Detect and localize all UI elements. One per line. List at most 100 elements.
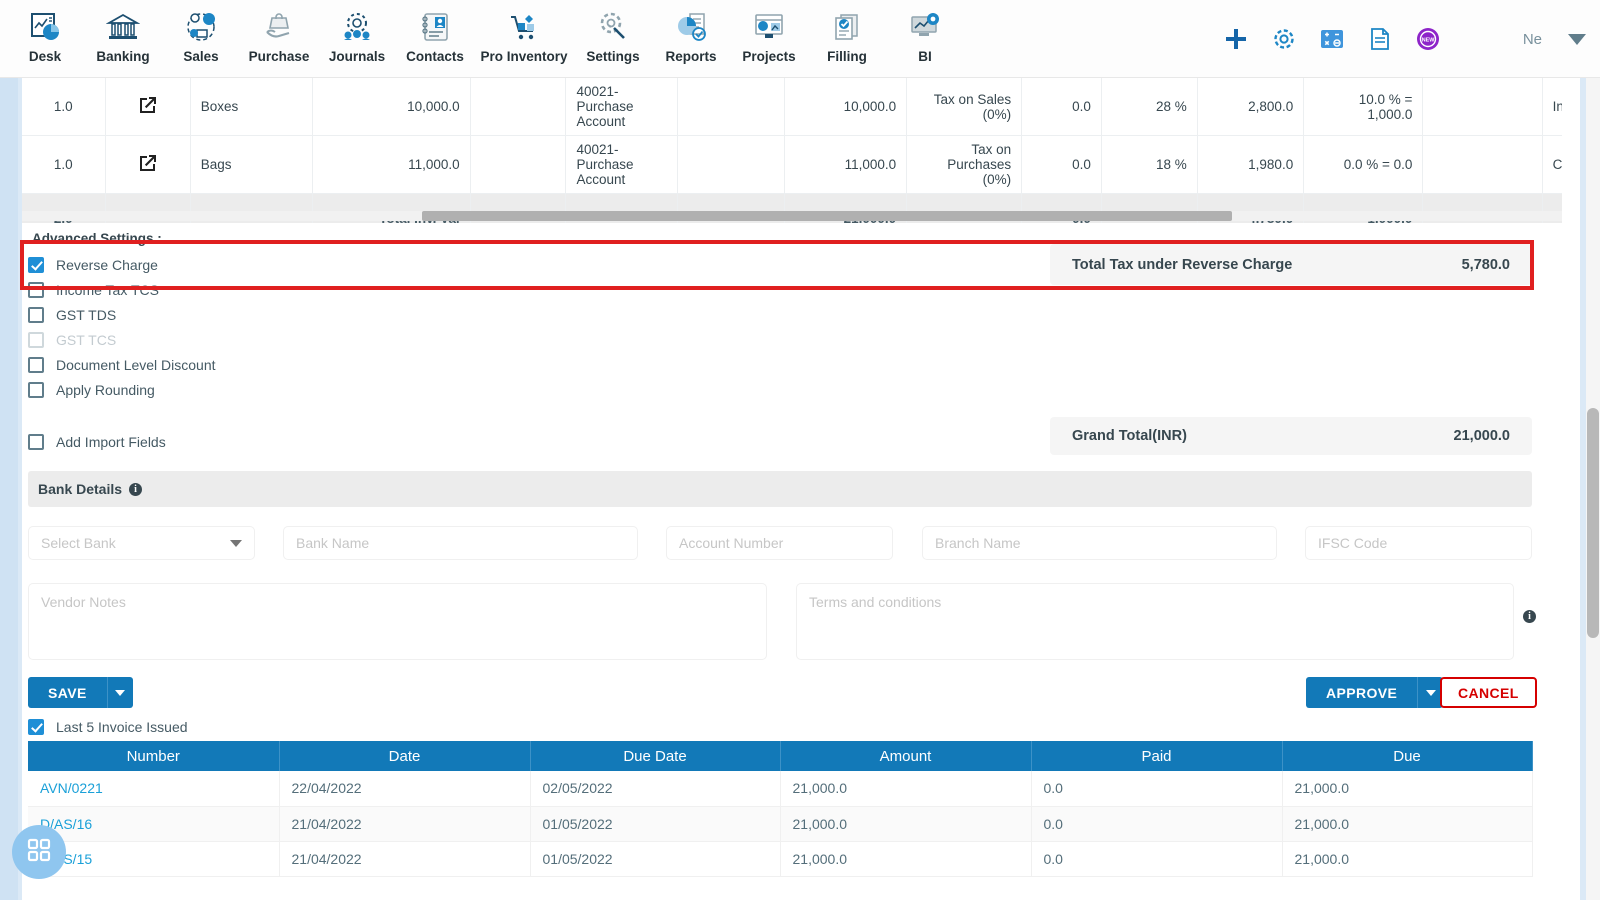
chevron-down-icon[interactable]	[1568, 33, 1586, 45]
cell-blank	[1422, 78, 1543, 136]
cell-taxable: 11,000.0	[784, 135, 908, 194]
invoice-due-date: 01/05/2022	[530, 806, 781, 842]
nav-item-label: Settings	[586, 49, 640, 64]
gst-tds-checkbox[interactable]	[28, 306, 44, 323]
table-row[interactable]: 1.0 Bags 11,000.0 40021-Purchase Account	[22, 135, 1562, 194]
table-row[interactable]: D/AS/16 21/04/2022 01/05/2022 21,000.0 0…	[28, 806, 1533, 842]
invoice-due-date: 01/05/2022	[530, 841, 781, 877]
grid-horizontal-scrollbar[interactable]	[22, 211, 1562, 221]
column-header-amount[interactable]: Amount	[780, 741, 1032, 771]
external-link-icon[interactable]	[138, 153, 158, 176]
cell-taxable: 10,000.0	[784, 78, 908, 136]
table-row[interactable]: AVN/0221 22/04/2022 02/05/2022 21,000.0 …	[28, 771, 1533, 807]
cell-tax-name: Tax on Sales (0%)	[906, 78, 1023, 136]
invoice-paid: 0.0	[1031, 771, 1283, 807]
option-document-level-discount[interactable]: Document Level Discount	[28, 352, 216, 377]
invoice-number-link[interactable]: D/AS/15	[28, 841, 280, 877]
nav-item-filling[interactable]: Filling	[808, 0, 886, 64]
option-label: GST TDS	[56, 306, 117, 323]
approve-button-group: APPROVE	[1306, 677, 1444, 708]
invoice-number-link[interactable]: AVN/0221	[28, 771, 280, 807]
select-bank-dropdown[interactable]: Select Bank	[28, 526, 255, 560]
page-vertical-scrollbar[interactable]	[1586, 78, 1600, 900]
approve-button[interactable]: APPROVE	[1306, 677, 1418, 708]
ifsc-code-input[interactable]: IFSC Code	[1305, 526, 1532, 560]
column-header-due-date[interactable]: Due Date	[530, 741, 781, 771]
info-icon[interactable]: i	[1523, 610, 1536, 623]
nav-item-label: Reports	[665, 49, 717, 64]
document-level-discount-checkbox[interactable]	[28, 356, 44, 373]
top-navigation-bar: Desk Banking Sales Purchase Journals Con…	[0, 0, 1600, 78]
nav-item-settings[interactable]: Settings	[574, 0, 652, 64]
apply-rounding-checkbox[interactable]	[28, 381, 44, 398]
dashboard-icon	[28, 6, 62, 48]
plus-icon[interactable]	[1223, 26, 1249, 52]
chevron-down-icon[interactable]	[230, 539, 242, 547]
branch-name-input[interactable]: Branch Name	[922, 526, 1277, 560]
save-button[interactable]: SAVE	[28, 677, 107, 708]
nav-item-desk[interactable]: Desk	[6, 0, 84, 64]
save-dropdown-button[interactable]	[106, 677, 133, 708]
cancel-button[interactable]: CANCEL	[1440, 677, 1537, 708]
organization-name[interactable]: Ne	[1523, 31, 1542, 48]
branch-name-placeholder: Branch Name	[935, 535, 1021, 551]
nav-item-journals[interactable]: Journals	[318, 0, 396, 64]
cell-qty: 1.0	[22, 78, 106, 136]
nav-item-label: Contacts	[406, 49, 464, 64]
nav-item-contacts[interactable]: Contacts	[396, 0, 474, 64]
apps-launcher-button[interactable]	[12, 825, 66, 879]
column-header-date[interactable]: Date	[279, 741, 531, 771]
option-income-tax-tcs[interactable]: Income Tax TCS	[28, 277, 216, 302]
last-invoices-toggle[interactable]: Last 5 Invoice Issued	[28, 714, 188, 739]
nav-item-bi[interactable]: BI	[886, 0, 964, 64]
table-row[interactable]: D/AS/15 21/04/2022 01/05/2022 21,000.0 0…	[28, 841, 1533, 877]
document-icon[interactable]	[1367, 26, 1393, 52]
option-add-import-fields[interactable]: Add Import Fields	[28, 429, 166, 454]
column-header-number[interactable]: Number	[28, 741, 280, 771]
vendor-notes-placeholder: Vendor Notes	[41, 594, 126, 610]
column-header-due[interactable]: Due	[1282, 741, 1533, 771]
grid-horizontal-scrollbar-thumb[interactable]	[422, 211, 1232, 221]
journals-icon	[340, 6, 374, 48]
invoice-due-date: 02/05/2022	[530, 771, 781, 807]
option-gst-tcs: GST TCS	[28, 327, 216, 352]
external-link-icon[interactable]	[138, 95, 158, 118]
cell-blank	[677, 78, 785, 136]
column-header-paid[interactable]: Paid	[1031, 741, 1283, 771]
option-apply-rounding[interactable]: Apply Rounding	[28, 377, 216, 402]
grand-total: Grand Total(INR) 21,000.0	[1050, 417, 1532, 455]
cell-open[interactable]	[105, 78, 191, 136]
nav-item-projects[interactable]: Projects	[730, 0, 808, 64]
nav-items: Desk Banking Sales Purchase Journals Con…	[0, 0, 964, 64]
nav-item-label: Projects	[742, 49, 796, 64]
cell-open[interactable]	[105, 135, 191, 194]
calculator-icon[interactable]	[1319, 26, 1345, 52]
nav-item-reports[interactable]: Reports	[652, 0, 730, 64]
last-invoices-checkbox[interactable]	[28, 718, 44, 735]
vendor-notes-textarea[interactable]: Vendor Notes	[28, 583, 767, 660]
option-gst-tds[interactable]: GST TDS	[28, 302, 216, 327]
info-icon[interactable]: i	[129, 482, 143, 496]
nav-item-label: Sales	[183, 49, 219, 64]
page-vertical-scrollbar-thumb[interactable]	[1587, 408, 1599, 638]
terms-and-conditions-textarea[interactable]: Terms and conditions	[796, 583, 1514, 660]
cell-cess: 0.0 % = 0.0	[1303, 135, 1424, 194]
reverse-charge-checkbox[interactable]	[28, 256, 44, 273]
nav-item-sales[interactable]: Sales	[162, 0, 240, 64]
svg-text:NEW: NEW	[1422, 38, 1435, 44]
invoice-due: 21,000.0	[1282, 841, 1533, 877]
table-row[interactable]: 1.0 Boxes 10,000.0 40021-Purchase Accoun…	[22, 78, 1562, 136]
reverse-charge-total: Total Tax under Reverse Charge 5,780.0	[1050, 244, 1532, 285]
new-badge-icon[interactable]: NEW	[1415, 26, 1441, 52]
income-tax-tcs-checkbox[interactable]	[28, 281, 44, 298]
gear-icon[interactable]	[1271, 26, 1297, 52]
option-reverse-charge[interactable]: Reverse Charge	[28, 252, 216, 277]
reverse-charge-total-value: 5,780.0	[1461, 256, 1510, 273]
bank-name-input[interactable]: Bank Name	[283, 526, 638, 560]
nav-item-banking[interactable]: Banking	[84, 0, 162, 64]
account-number-input[interactable]: Account Number	[666, 526, 893, 560]
nav-item-purchase[interactable]: Purchase	[240, 0, 318, 64]
nav-item-pro-inventory[interactable]: Pro Inventory	[474, 0, 574, 64]
add-import-fields-checkbox[interactable]	[28, 433, 44, 450]
invoice-number-link[interactable]: D/AS/16	[28, 806, 280, 842]
